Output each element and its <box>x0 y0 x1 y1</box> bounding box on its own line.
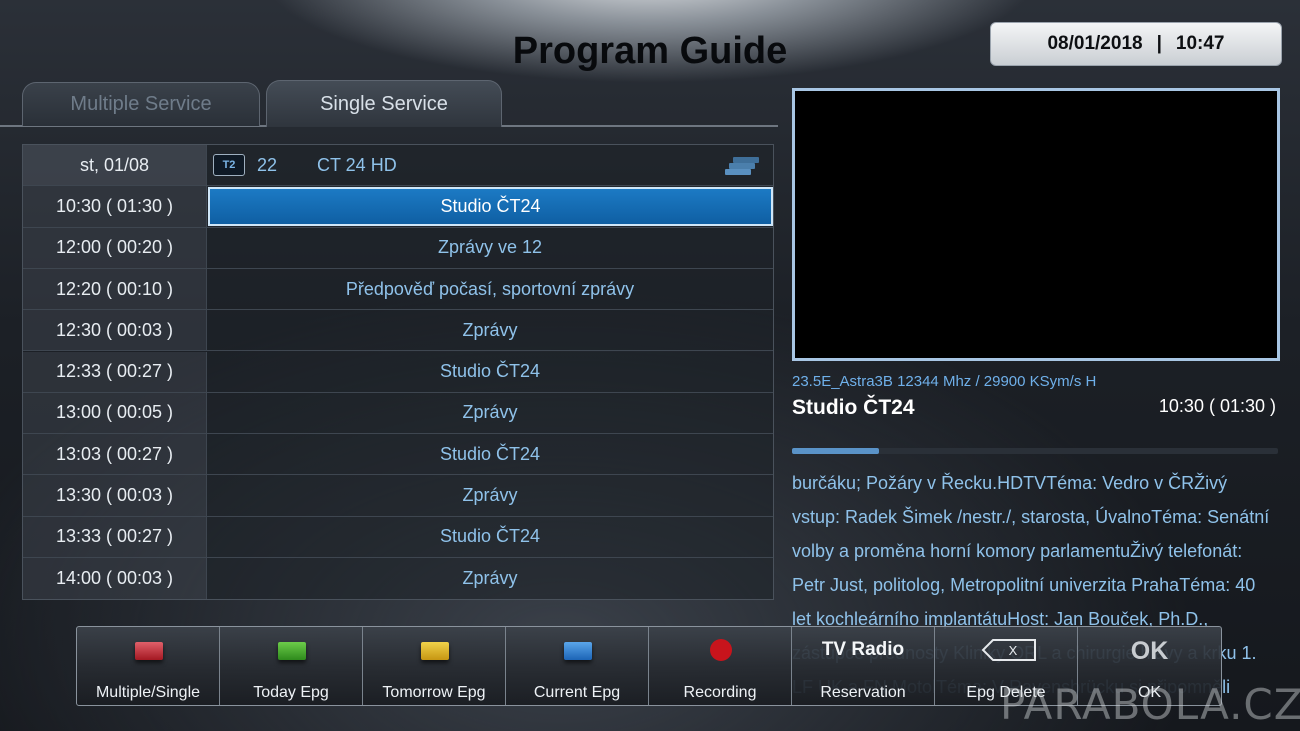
epg-row-program[interactable]: Zprávy <box>207 558 773 600</box>
epg-row-program[interactable]: Studio ČT24 <box>207 434 773 475</box>
backspace-icon: X <box>981 639 1036 661</box>
epg-row-program[interactable]: Zprávy <box>207 392 773 434</box>
multiple-single-button[interactable]: Multiple/Single <box>77 627 220 705</box>
blue-key-icon <box>564 642 592 660</box>
epg-row[interactable]: 13:03 ( 00:27 ) Studio ČT24 <box>23 434 773 476</box>
epg-row[interactable]: 13:30 ( 00:03 ) Zprávy <box>23 475 773 517</box>
epg-row-time: 12:30 ( 00:03 ) <box>23 310 207 351</box>
button-label: Multiple/Single <box>95 684 201 701</box>
epg-row-program[interactable]: Předpověď počasí, sportovní zprávy <box>207 268 773 310</box>
red-key-icon <box>135 642 163 660</box>
epg-row-program[interactable]: Zprávy ve 12 <box>207 227 773 268</box>
datetime-display: 08/01/2018 | 10:47 <box>990 22 1282 66</box>
epg-row-time: 14:00 ( 00:03 ) <box>23 558 207 600</box>
epg-row[interactable]: 12:00 ( 00:20 ) Zprávy ve 12 <box>23 227 773 269</box>
ok-icon: OK <box>1130 637 1169 665</box>
channel-name: CT 24 HD <box>317 154 397 175</box>
epg-row-time: 13:33 ( 00:27 ) <box>23 516 207 557</box>
epg-row[interactable]: 14:00 ( 00:03 ) Zprávy <box>23 558 773 600</box>
service-tabs: Multiple Service Single Service <box>0 78 778 128</box>
button-label: Tomorrow Epg <box>382 684 486 701</box>
epg-row-time: 13:03 ( 00:27 ) <box>23 434 207 475</box>
tomorrow-epg-button[interactable]: Tomorrow Epg <box>363 627 506 705</box>
button-label: Reservation <box>820 684 906 701</box>
button-label: Recording <box>683 684 757 701</box>
epg-row-time: 12:20 ( 00:10 ) <box>23 268 207 310</box>
epg-row-program[interactable]: Studio ČT24 <box>208 187 773 226</box>
epg-grid: st, 01/08 T2 22 CT 24 HD 10:30 ( 01:30 )… <box>22 144 774 600</box>
guide-date: st, 01/08 <box>23 145 207 186</box>
program-time: 10:30 ( 01:30 ) <box>1158 396 1276 416</box>
epg-row-time: 13:00 ( 00:05 ) <box>23 392 207 434</box>
channel-info: T2 22 CT 24 HD <box>207 145 773 186</box>
epg-row[interactable]: 12:33 ( 00:27 ) Studio ČT24 <box>23 351 773 393</box>
program-title: Studio ČT24 <box>792 396 915 419</box>
epg-row-time: 10:30 ( 01:30 ) <box>23 186 207 227</box>
tab-multiple-service[interactable]: Multiple Service <box>22 82 260 126</box>
epg-row[interactable]: 13:00 ( 00:05 ) Zprávy <box>23 392 773 435</box>
date-text: 08/01/2018 <box>1047 33 1143 54</box>
epg-row[interactable]: 13:33 ( 00:27 ) Studio ČT24 <box>23 516 773 558</box>
backspace-glyph: X <box>1009 643 1018 658</box>
epg-row[interactable]: 10:30 ( 01:30 ) Studio ČT24 <box>23 186 773 228</box>
time-text: 10:47 <box>1175 33 1225 54</box>
green-key-icon <box>278 642 306 660</box>
watermark: PARABOLA.CZ <box>1000 680 1300 729</box>
epg-row-program[interactable]: Studio ČT24 <box>207 351 773 392</box>
epg-row-time: 12:33 ( 00:27 ) <box>23 351 207 392</box>
button-label: Today Epg <box>253 684 329 701</box>
epg-row-program[interactable]: Studio ČT24 <box>207 516 773 557</box>
button-label: Current Epg <box>533 684 621 701</box>
program-progress <box>792 448 1278 454</box>
date-time-separator: | <box>1156 33 1162 54</box>
epg-row-program[interactable]: Zprávy <box>207 310 773 351</box>
current-epg-button[interactable]: Current Epg <box>506 627 649 705</box>
reservation-button[interactable]: TV Radio Reservation <box>792 627 935 705</box>
epg-row-program[interactable]: Zprávy <box>207 475 773 516</box>
tv-radio-icon: TV Radio <box>821 639 905 660</box>
channel-number: 22 <box>257 154 278 175</box>
epg-row[interactable]: 12:20 ( 00:10 ) Předpověď počasí, sportov… <box>23 268 773 311</box>
epg-row-time: 13:30 ( 00:03 ) <box>23 475 207 516</box>
channel-header-row: st, 01/08 T2 22 CT 24 HD <box>23 145 773 187</box>
epg-row[interactable]: 12:30 ( 00:03 ) Zprávy <box>23 310 773 352</box>
channel-list-icon <box>725 157 759 175</box>
transponder-info: 23.5E_Astra3B 12344 Mhz / 29900 KSym/s H <box>792 373 1097 390</box>
teletext-icon: T2 <box>213 154 245 177</box>
epg-row-time: 12:00 ( 00:20 ) <box>23 227 207 268</box>
recording-button[interactable]: Recording <box>649 627 792 705</box>
yellow-key-icon <box>421 642 449 660</box>
tab-single-service[interactable]: Single Service <box>266 80 502 127</box>
today-epg-button[interactable]: Today Epg <box>220 627 363 705</box>
record-dot-icon <box>710 639 732 661</box>
program-progress-fill <box>792 448 880 454</box>
video-preview <box>792 88 1280 361</box>
